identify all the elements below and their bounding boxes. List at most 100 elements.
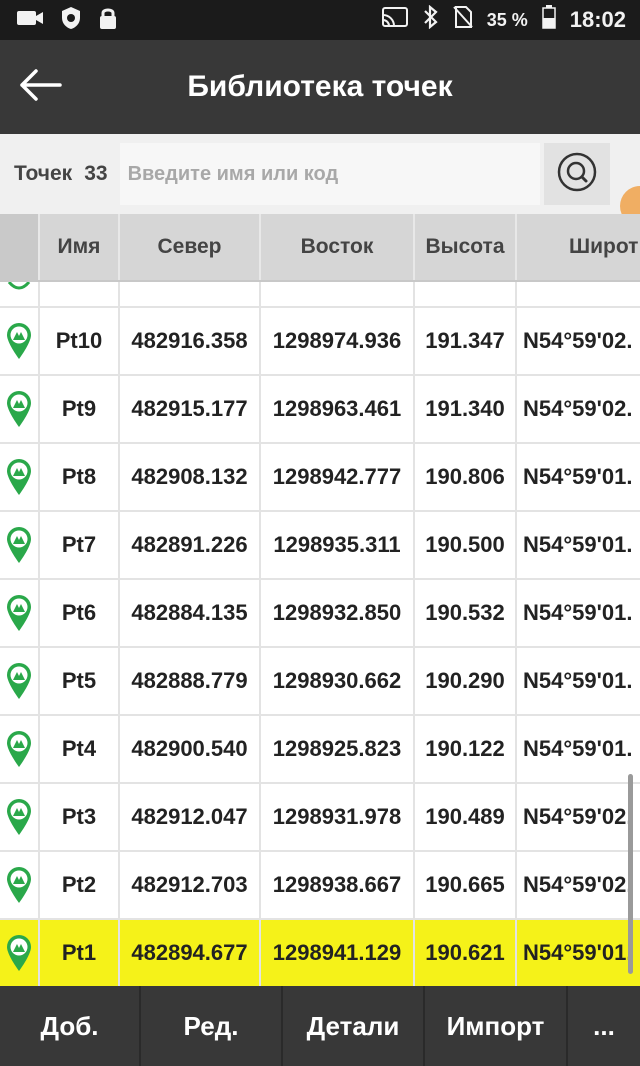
lock-icon bbox=[98, 6, 118, 35]
latitude-value: N54°59'02. bbox=[523, 328, 633, 353]
height-value: 190.665 bbox=[415, 852, 517, 918]
height-value: 190.122 bbox=[415, 716, 517, 782]
latitude-value: N54°59'01. bbox=[523, 532, 633, 557]
east-value: 1298941.129 bbox=[261, 920, 415, 986]
point-name: Pt7 bbox=[40, 512, 120, 578]
table-row-partial[interactable] bbox=[0, 282, 640, 308]
north-value: 482908.132 bbox=[120, 444, 261, 510]
north-value: 482916.358 bbox=[120, 308, 261, 374]
table-row[interactable]: Pt5 482888.779 1298930.662 190.290 N54°59'01… bbox=[0, 648, 640, 716]
latitude-value: N54°59'02. bbox=[523, 872, 633, 897]
table-header: Имя Север Восток Высота Широт bbox=[0, 214, 640, 282]
more-button[interactable]: ... bbox=[568, 986, 640, 1066]
height-value: 191.347 bbox=[415, 308, 517, 374]
latitude-value: N54°59'02. bbox=[523, 396, 633, 421]
shield-icon bbox=[60, 6, 82, 35]
height-value: 190.532 bbox=[415, 580, 517, 646]
points-table[interactable]: Имя Север Восток Высота Широт Pt10 482916… bbox=[0, 214, 640, 986]
east-value: 1298938.667 bbox=[261, 852, 415, 918]
search-button[interactable] bbox=[543, 143, 610, 205]
table-scrollbar[interactable] bbox=[628, 774, 633, 974]
height-value: 190.500 bbox=[415, 512, 517, 578]
table-row[interactable]: Pt8 482908.132 1298942.777 190.806 N54°59'01… bbox=[0, 444, 640, 512]
battery-icon bbox=[541, 5, 556, 35]
table-row[interactable]: Pt9 482915.177 1298963.461 191.340 N54°59'02… bbox=[0, 376, 640, 444]
column-header-icon bbox=[0, 214, 40, 280]
north-value: 482884.135 bbox=[120, 580, 261, 646]
table-row[interactable]: Pt1 482894.677 1298941.129 190.621 N54°59'01… bbox=[0, 920, 640, 986]
column-header-name[interactable]: Имя bbox=[40, 214, 120, 280]
arrow-left-icon bbox=[18, 68, 62, 107]
height-value: 190.621 bbox=[415, 920, 517, 986]
app-bar: Библиотека точек bbox=[0, 40, 640, 134]
camera-icon bbox=[16, 8, 44, 33]
bluetooth-icon bbox=[423, 4, 439, 35]
height-value: 190.806 bbox=[415, 444, 517, 510]
status-bar: 35 % 18:02 bbox=[0, 0, 640, 40]
survey-point-icon bbox=[0, 376, 40, 442]
survey-point-icon bbox=[0, 308, 40, 374]
survey-point-icon bbox=[0, 716, 40, 782]
page-title: Библиотека точек bbox=[187, 70, 453, 103]
north-value: 482894.677 bbox=[120, 920, 261, 986]
point-name: Pt4 bbox=[40, 716, 120, 782]
height-value: 191.340 bbox=[415, 376, 517, 442]
column-header-north[interactable]: Север bbox=[120, 214, 261, 280]
column-header-height[interactable]: Высота bbox=[415, 214, 517, 280]
north-value: 482912.703 bbox=[120, 852, 261, 918]
survey-point-icon bbox=[0, 852, 40, 918]
latitude-value: N54°59'01. bbox=[523, 600, 633, 625]
edit-button[interactable]: Ред. bbox=[141, 986, 283, 1066]
point-name: Pt1 bbox=[40, 920, 120, 986]
latitude-value: N54°59'01. bbox=[523, 668, 633, 693]
point-name: Pt3 bbox=[40, 784, 120, 850]
table-body: Pt10 482916.358 1298974.936 191.347 N54°59'0… bbox=[0, 282, 640, 986]
survey-point-icon bbox=[0, 784, 40, 850]
table-row[interactable]: Pt2 482912.703 1298938.667 190.665 N54°59'02… bbox=[0, 852, 640, 920]
details-button[interactable]: Детали bbox=[283, 986, 425, 1066]
latitude-value: N54°59'02. bbox=[523, 804, 633, 829]
north-value: 482888.779 bbox=[120, 648, 261, 714]
survey-point-icon bbox=[0, 444, 40, 510]
east-value: 1298974.936 bbox=[261, 308, 415, 374]
import-button[interactable]: Импорт bbox=[425, 986, 568, 1066]
north-value: 482891.226 bbox=[120, 512, 261, 578]
point-count-label: Точек bbox=[14, 162, 73, 185]
point-name: Pt2 bbox=[40, 852, 120, 918]
point-name: Pt8 bbox=[40, 444, 120, 510]
battery-percent: 35 % bbox=[486, 9, 528, 30]
north-value: 482912.047 bbox=[120, 784, 261, 850]
point-name: Pt6 bbox=[40, 580, 120, 646]
height-value: 190.489 bbox=[415, 784, 517, 850]
search-row: Точек 33 bbox=[0, 134, 640, 214]
east-value: 1298925.823 bbox=[261, 716, 415, 782]
add-button[interactable]: Доб. bbox=[0, 986, 141, 1066]
no-sim-icon bbox=[452, 5, 473, 35]
column-header-latitude[interactable]: Широт bbox=[517, 214, 640, 280]
east-value: 1298942.777 bbox=[261, 444, 415, 510]
column-header-east[interactable]: Восток bbox=[261, 214, 415, 280]
search-icon bbox=[556, 151, 598, 198]
back-button[interactable] bbox=[0, 40, 80, 134]
height-value: 190.290 bbox=[415, 648, 517, 714]
table-row[interactable]: Pt4 482900.540 1298925.823 190.122 N54°59'01… bbox=[0, 716, 640, 784]
cast-icon bbox=[381, 6, 409, 34]
search-input[interactable] bbox=[119, 143, 540, 205]
point-name: Pt5 bbox=[40, 648, 120, 714]
latitude-value: N54°59'01. bbox=[523, 736, 633, 761]
point-name: Pt9 bbox=[40, 376, 120, 442]
survey-point-icon bbox=[0, 920, 40, 986]
table-row[interactable]: Pt6 482884.135 1298932.850 190.532 N54°59'01… bbox=[0, 580, 640, 648]
clock: 18:02 bbox=[569, 7, 626, 32]
latitude-value: N54°59'01. bbox=[523, 940, 633, 965]
point-count-value: 33 bbox=[84, 162, 108, 185]
east-value: 1298963.461 bbox=[261, 376, 415, 442]
table-row[interactable]: Pt7 482891.226 1298935.311 190.500 N54°59'01… bbox=[0, 512, 640, 580]
table-row[interactable]: Pt3 482912.047 1298931.978 190.489 N54°59'02… bbox=[0, 784, 640, 852]
east-value: 1298935.311 bbox=[261, 512, 415, 578]
survey-point-icon bbox=[0, 282, 40, 306]
survey-point-icon bbox=[0, 580, 40, 646]
survey-point-icon bbox=[0, 648, 40, 714]
survey-point-icon bbox=[0, 512, 40, 578]
table-row[interactable]: Pt10 482916.358 1298974.936 191.347 N54°59'0… bbox=[0, 308, 640, 376]
